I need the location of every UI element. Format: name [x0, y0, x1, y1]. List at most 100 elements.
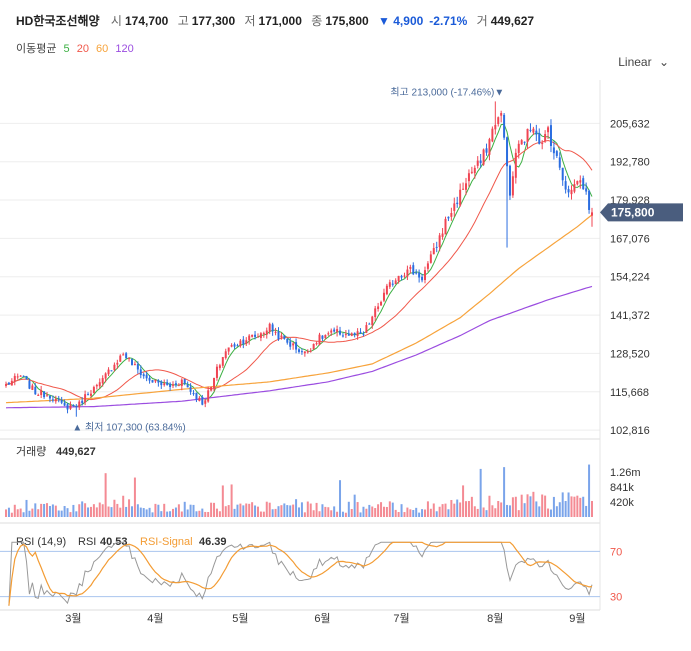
candle-body [151, 380, 154, 383]
min-price-annotation: ▲ 최저 107,300 (63.84%) [72, 422, 185, 434]
candle-body [558, 157, 561, 168]
date-axis: 3월 4월 5월 6월 7월 8월 9월 [65, 612, 585, 625]
volume-bar [564, 501, 567, 517]
volume-bar [382, 506, 385, 517]
volume-tick-label: 420k [610, 497, 634, 509]
volume-bar [227, 505, 230, 517]
candle-body [426, 263, 429, 269]
volume-bar [447, 509, 450, 517]
candle-body [22, 375, 25, 377]
candle-body [125, 353, 128, 359]
volume-bar [160, 511, 163, 517]
candle-body [5, 384, 7, 386]
price-tick-label: 192,780 [610, 157, 650, 169]
candle-body [391, 283, 394, 285]
volume-bar [535, 501, 538, 517]
date-tick-label: 7월 [393, 612, 409, 625]
candle-body [385, 285, 388, 295]
volume-bar [183, 501, 186, 517]
volume-bar [169, 511, 172, 517]
volume-bar [7, 507, 10, 517]
volume-bar [397, 512, 400, 517]
volume-bar [453, 503, 456, 517]
volume-bar [87, 507, 90, 517]
volume-bar [31, 508, 34, 517]
volume-bar [588, 464, 591, 517]
volume-bar [72, 504, 75, 517]
candle-body [362, 333, 365, 335]
price-tick-label: 102,816 [610, 425, 650, 437]
volume-bar [523, 503, 526, 517]
candle-body [277, 331, 280, 340]
volume-bar [248, 503, 251, 517]
candle-body [506, 137, 509, 167]
candle-body [570, 189, 573, 195]
candle-body [107, 369, 110, 375]
volume-bar [16, 509, 19, 517]
volume-bar [189, 504, 192, 517]
volume-bar [104, 473, 107, 517]
candle-body [10, 380, 13, 386]
volume-bar [221, 485, 224, 517]
date-tick-label: 6월 [314, 612, 330, 625]
volume-bar [283, 503, 286, 517]
candle-body [467, 173, 470, 182]
volume-bar [400, 504, 403, 517]
candle-body [174, 383, 177, 386]
volume-bar [119, 507, 122, 517]
candle-body [69, 405, 72, 409]
candle-body [166, 382, 169, 385]
volume-bar [13, 504, 16, 517]
volume-bar [262, 511, 265, 517]
candle-body [251, 334, 254, 337]
candle-body [116, 362, 119, 365]
volume-bar [315, 502, 318, 517]
volume-panel-label: 거래량 [16, 445, 46, 458]
volume-bar [412, 510, 415, 517]
candle-body [306, 351, 309, 353]
candle-body [298, 349, 300, 352]
price-tick-label: 115,668 [610, 387, 649, 399]
candle-body [388, 282, 391, 287]
candle-body [567, 189, 570, 193]
stock-chart[interactable]: 205,632192,780179,928167,076154,224141,3… [0, 0, 691, 651]
candle-body [160, 381, 163, 386]
candle-body [356, 331, 359, 337]
volume-bar [139, 507, 142, 517]
volume-bar [341, 511, 344, 517]
volume-bar [418, 512, 421, 517]
candle-body [248, 335, 251, 341]
candle-body [538, 132, 541, 144]
candle-body [365, 325, 368, 333]
candle-body [236, 345, 239, 347]
date-tick-label: 4월 [147, 612, 163, 625]
volume-bar [277, 506, 280, 517]
rsi-level-label: 30 [610, 592, 622, 604]
candle-body [309, 350, 312, 352]
volume-bar [195, 511, 198, 517]
candle-body [576, 181, 579, 185]
volume-bar [520, 494, 523, 517]
volume-bar [344, 512, 347, 517]
candle-body [344, 334, 347, 336]
candle-body [128, 358, 131, 360]
volume-bar [43, 503, 46, 517]
candle-body [292, 343, 295, 346]
candle-body [476, 160, 479, 166]
candle-body [163, 383, 166, 386]
volume-bar [538, 506, 541, 517]
candle-body [31, 385, 34, 390]
price-tick-label: 205,632 [610, 118, 650, 130]
candle-body [312, 344, 315, 350]
volume-bar [130, 506, 133, 517]
candle-body [133, 364, 136, 366]
candle-body [104, 373, 107, 379]
volume-bar [356, 502, 359, 517]
candle-body [40, 390, 43, 395]
candle-body [192, 393, 195, 395]
volume-bar [497, 500, 500, 517]
volume-bar [377, 504, 380, 517]
volume-bar [462, 485, 465, 517]
volume-bar [561, 492, 564, 517]
candle-body [87, 394, 90, 396]
